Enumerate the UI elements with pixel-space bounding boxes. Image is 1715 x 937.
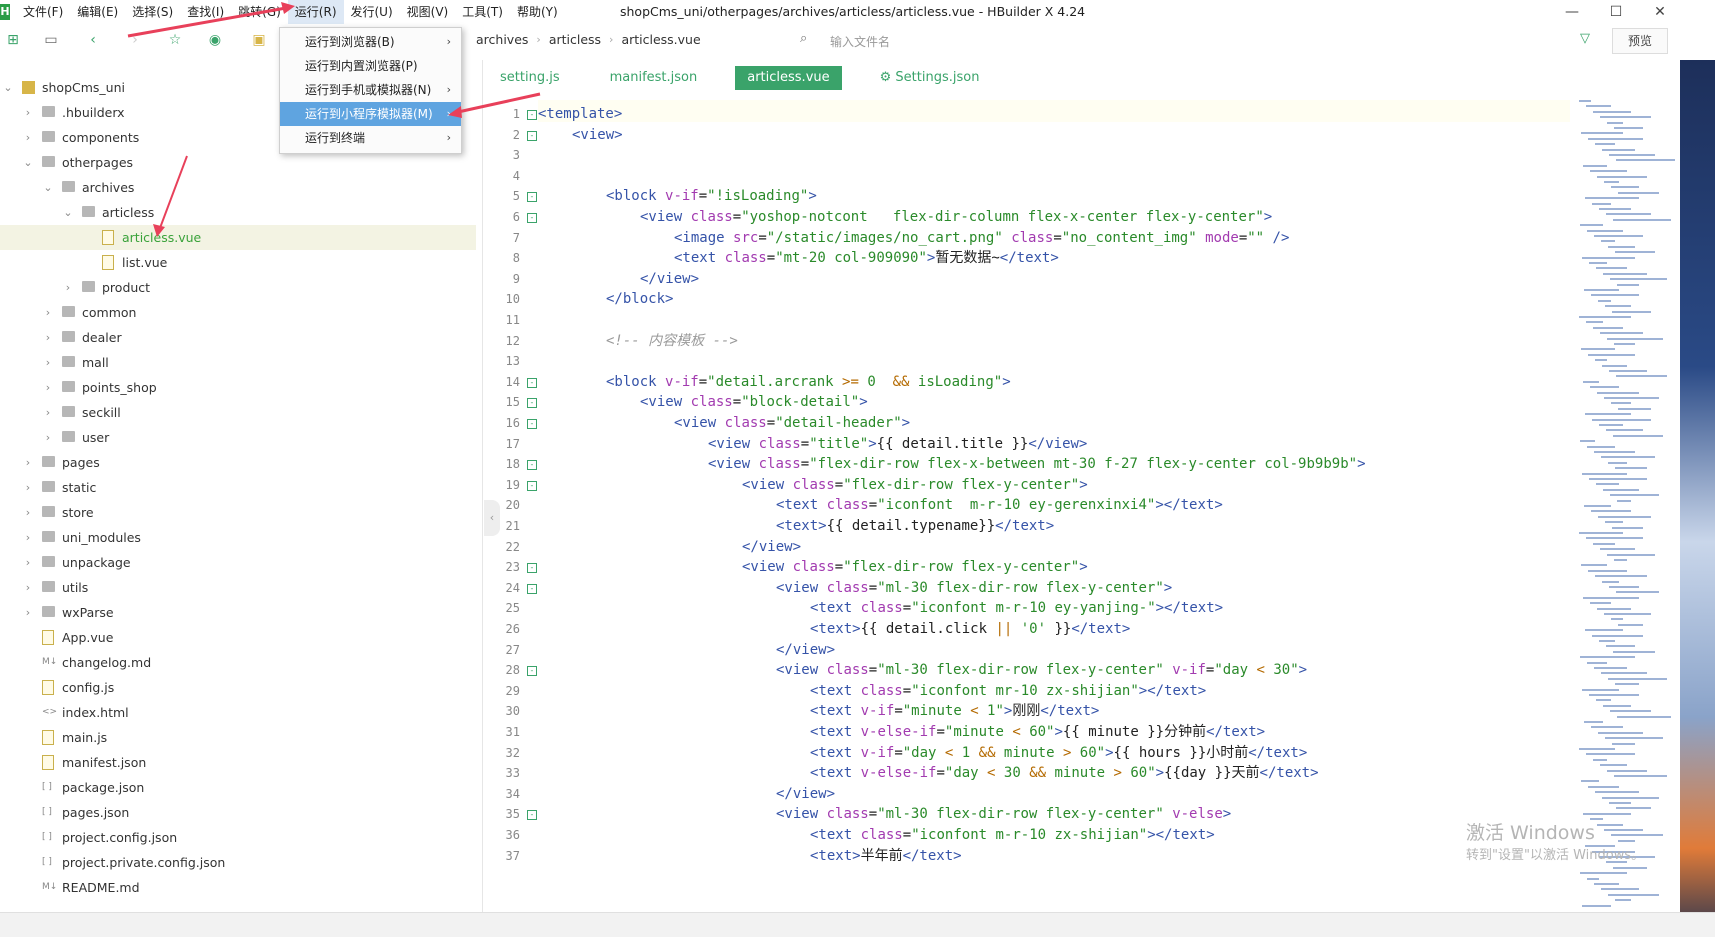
annotation-arrows (127, 2, 541, 237)
annotation-arrowhead-submenu (448, 106, 462, 118)
annotation-arrowhead-menu (281, 2, 295, 14)
annotation-arrow-file (159, 155, 188, 229)
annotation-arrowhead-file (153, 224, 165, 237)
annotation-arrow-menu (127, 6, 287, 38)
annotation-arrow-submenu (457, 92, 541, 114)
